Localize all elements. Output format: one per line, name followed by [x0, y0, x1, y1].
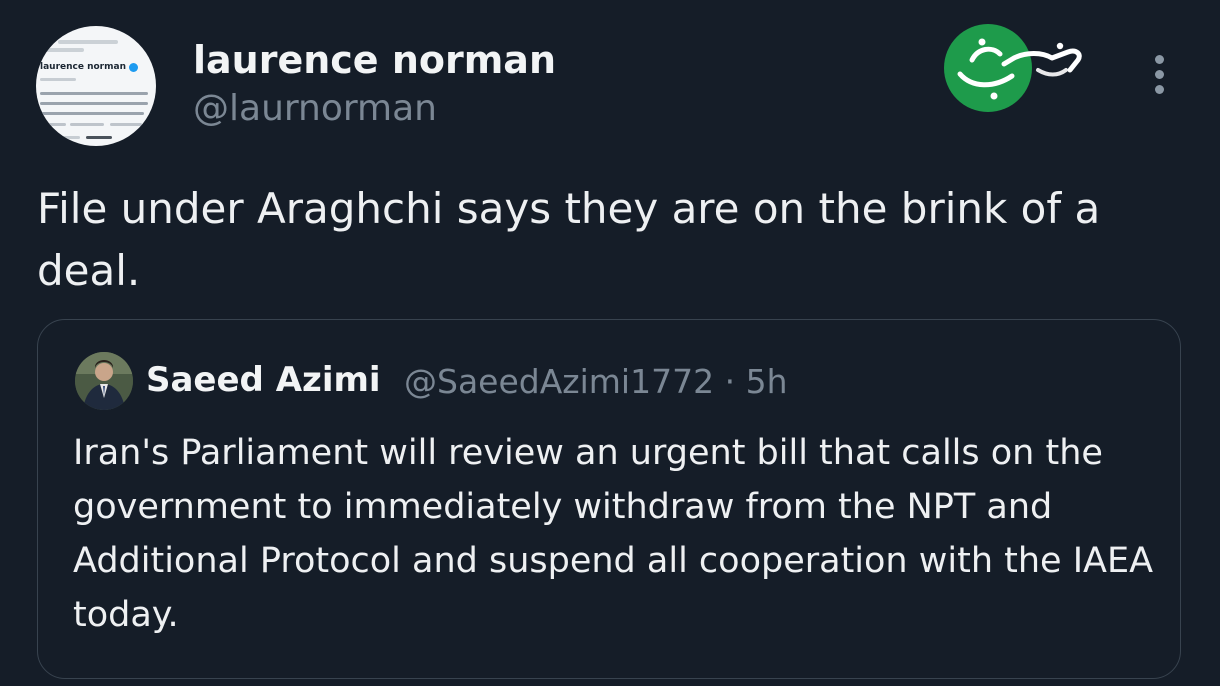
author-handle[interactable]: @laurnorman — [193, 88, 437, 129]
quoted-author-meta: @SaeedAzimi1772 · 5h — [404, 362, 788, 401]
meta-separator: · — [714, 362, 746, 401]
quoted-author-handle[interactable]: @SaeedAzimi1772 — [404, 362, 714, 401]
quoted-tweet-time[interactable]: 5h — [746, 362, 788, 401]
news-logo-watermark — [944, 24, 1082, 112]
author-avatar[interactable]: laurence norman — [36, 26, 156, 146]
verified-icon — [129, 63, 138, 72]
quoted-author-name[interactable]: Saeed Azimi — [146, 360, 381, 400]
author-name[interactable]: laurence norman — [193, 38, 556, 82]
tweet-text: File under Araghchi says they are on the… — [37, 184, 1101, 295]
quoted-tweet-card[interactable]: Saeed Azimi @SaeedAzimi1772 · 5h Iran's … — [37, 319, 1181, 679]
quoted-tweet-text: Iran's Parliament will review an urgent … — [73, 433, 1154, 635]
tweet-screenshot: laurence norman laurence norman @laurnor… — [0, 0, 1220, 686]
quoted-author-avatar[interactable] — [75, 352, 133, 410]
more-vertical-icon[interactable] — [1146, 55, 1172, 99]
avatar-preview-name: laurence norman — [40, 62, 126, 72]
